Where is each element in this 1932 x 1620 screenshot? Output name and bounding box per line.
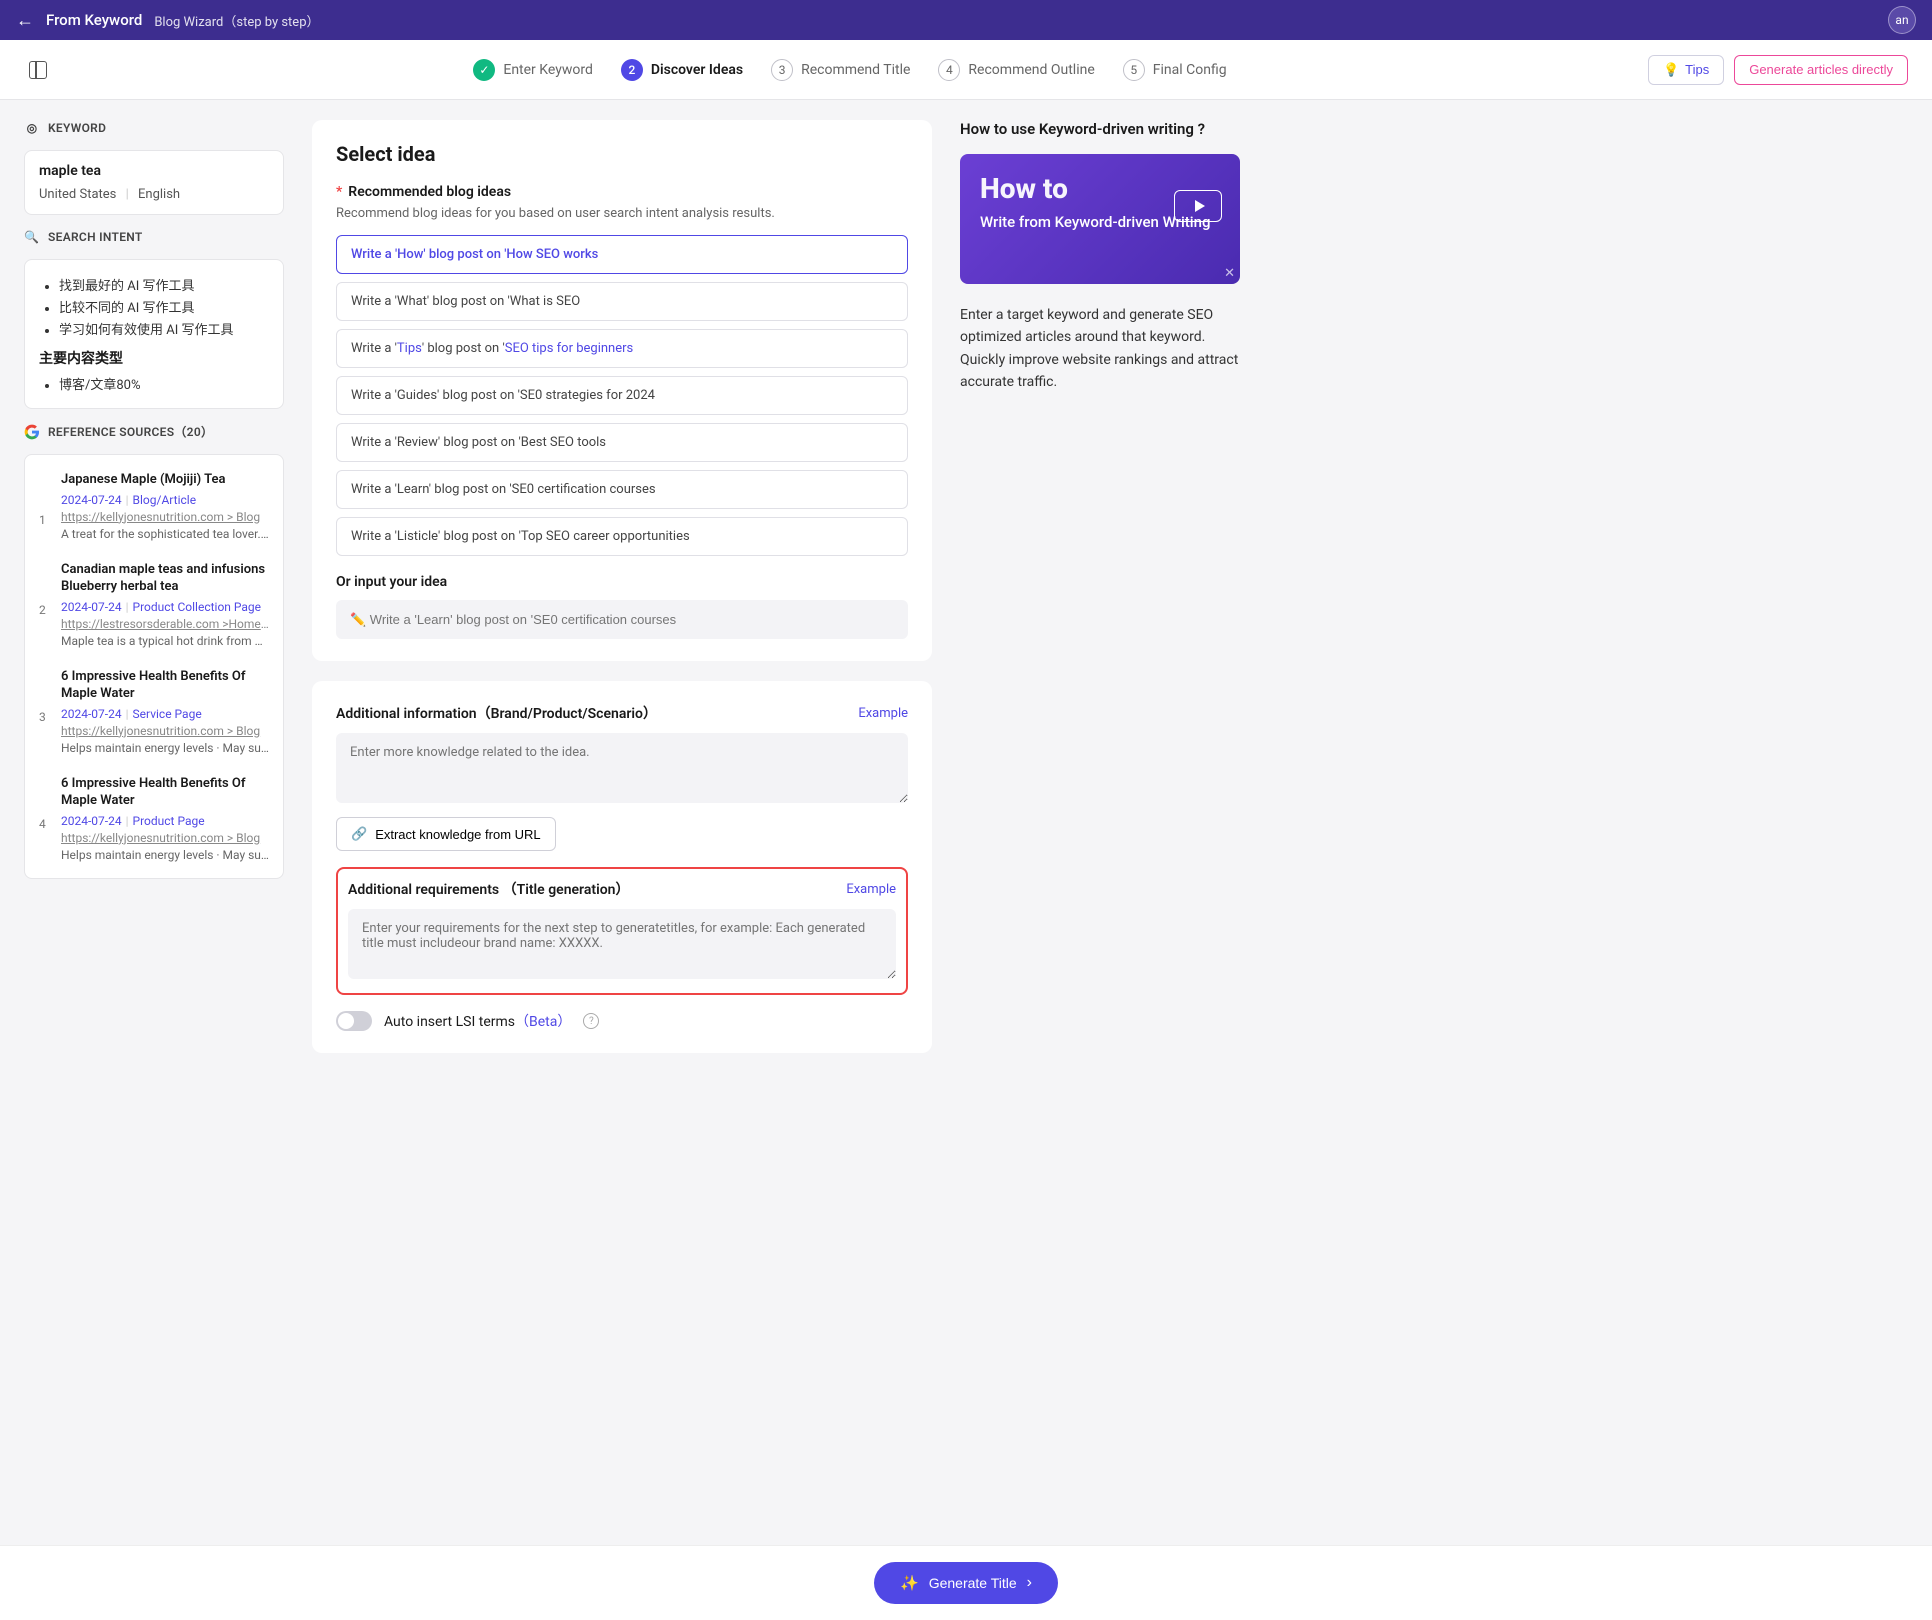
step-final-config[interactable]: 5 Final Config: [1123, 59, 1227, 81]
keyword-value: maple tea: [39, 163, 269, 179]
link-icon: 🔗: [351, 826, 367, 842]
page-subtitle: Blog Wizard（step by step）: [154, 11, 319, 30]
google-icon: [24, 424, 40, 440]
example-link-info[interactable]: Example: [858, 706, 908, 721]
lsi-toggle[interactable]: [336, 1011, 372, 1031]
idea-option[interactable]: Write a 'Learn' blog post on 'SE0 certif…: [336, 470, 908, 509]
close-icon[interactable]: ✕: [1224, 266, 1235, 281]
bulb-icon: 💡: [1663, 62, 1679, 78]
back-arrow-icon[interactable]: ←: [16, 10, 34, 31]
intent-card: 找到最好的 AI 写作工具 比较不同的 AI 写作工具 学习如何有效使用 AI …: [24, 259, 284, 409]
footer-bar: ✨ Generate Title ›: [0, 1545, 1932, 1620]
lsi-label: Auto insert LSI terms（Beta）: [384, 1011, 571, 1031]
play-button[interactable]: [1174, 190, 1222, 222]
generate-title-button[interactable]: ✨ Generate Title ›: [874, 1562, 1058, 1604]
idea-option[interactable]: Write a 'Guides' blog post on 'SE0 strat…: [336, 376, 908, 415]
reference-item[interactable]: 3 6 Impressive Health Benefits Of Maple …: [39, 658, 269, 765]
reference-item[interactable]: 2 Canadian maple teas and infusions Blue…: [39, 551, 269, 658]
right-title: How to use Keyword-driven writing ?: [960, 120, 1240, 138]
reference-item[interactable]: 1 Japanese Maple (Mojiji) Tea 2024-07-24…: [39, 461, 269, 551]
required-star-icon: *: [336, 184, 342, 200]
references-card: 1 Japanese Maple (Mojiji) Tea 2024-07-24…: [24, 454, 284, 879]
play-icon: [1195, 200, 1205, 212]
intent-content-value: 博客/文章80%: [59, 374, 269, 393]
target-icon: ◎: [24, 120, 40, 136]
generate-directly-button[interactable]: Generate articles directly: [1734, 55, 1908, 85]
intent-item: 学习如何有效使用 AI 写作工具: [59, 319, 269, 338]
center-column: Select idea *Recommended blog ideas Reco…: [312, 120, 932, 1053]
steps: ✓ Enter Keyword 2 Discover Ideas 3 Recom…: [473, 59, 1226, 81]
intent-item: 比较不同的 AI 写作工具: [59, 297, 269, 316]
tips-button[interactable]: 💡 Tips: [1648, 55, 1724, 85]
avatar[interactable]: an: [1888, 6, 1916, 34]
top-header: ← From Keyword Blog Wizard（step by step）…: [0, 0, 1932, 40]
step-recommend-outline[interactable]: 4 Recommend Outline: [938, 59, 1094, 81]
idea-option[interactable]: Write a 'What' blog post on 'What is SEO: [336, 282, 908, 321]
left-sidebar: ◎ KEYWORD maple tea United States | Engl…: [24, 120, 284, 1053]
sparkle-icon: ✨: [900, 1574, 919, 1592]
page-title: From Keyword: [46, 11, 142, 29]
idea-option[interactable]: Write a 'Review' blog post on 'Best SEO …: [336, 423, 908, 462]
extract-url-button[interactable]: 🔗 Extract knowledge from URL: [336, 817, 556, 851]
additional-info-textarea[interactable]: [336, 733, 908, 803]
references-section-header: REFERENCE SOURCES（20）: [24, 423, 284, 440]
sidebar-toggle-icon[interactable]: [24, 56, 52, 84]
video-card[interactable]: How to Write from Keyword-driven Writing…: [960, 154, 1240, 284]
select-idea-card: Select idea *Recommended blog ideas Reco…: [312, 120, 932, 661]
right-column: How to use Keyword-driven writing ? How …: [960, 120, 1240, 1053]
step-discover-ideas[interactable]: 2 Discover Ideas: [621, 59, 743, 81]
right-desc: Enter a target keyword and generate SEO …: [960, 304, 1240, 394]
keyword-card: maple tea United States | English: [24, 150, 284, 215]
chevron-right-icon: ›: [1027, 1574, 1032, 1592]
idea-option[interactable]: Write a 'Listicle' blog post on 'Top SEO…: [336, 517, 908, 556]
example-link-req[interactable]: Example: [846, 882, 896, 897]
additional-info-label: Additional information（Brand/Product/Sce…: [336, 703, 657, 723]
or-input-label: Or input your idea: [336, 574, 908, 590]
select-idea-title: Select idea: [336, 142, 908, 166]
check-icon: ✓: [473, 59, 495, 81]
rec-desc: Recommend blog ideas for you based on us…: [336, 206, 908, 221]
intent-item: 找到最好的 AI 写作工具: [59, 275, 269, 294]
keyword-section-header: ◎ KEYWORD: [24, 120, 284, 136]
help-icon[interactable]: ?: [583, 1013, 599, 1029]
additional-req-label: Additional requirements （Title generatio…: [348, 879, 629, 899]
step-enter-keyword[interactable]: ✓ Enter Keyword: [473, 59, 593, 81]
stepper-bar: ✓ Enter Keyword 2 Discover Ideas 3 Recom…: [0, 40, 1932, 100]
additional-card: Additional information（Brand/Product/Sce…: [312, 681, 932, 1053]
reference-item[interactable]: 4 6 Impressive Health Benefits Of Maple …: [39, 765, 269, 872]
search-icon: 🔍: [24, 229, 40, 245]
intent-section-header: 🔍 SEARCH INTENT: [24, 229, 284, 245]
idea-option[interactable]: Write a 'Tips' blog post on 'SEO tips fo…: [336, 329, 908, 368]
custom-idea-input[interactable]: [336, 600, 908, 639]
keyword-country: United States: [39, 187, 116, 202]
keyword-language: English: [138, 187, 180, 202]
additional-req-textarea[interactable]: [348, 909, 896, 979]
intent-content-heading: 主要内容类型: [39, 348, 269, 368]
idea-option[interactable]: Write a 'How' blog post on 'How SEO work…: [336, 235, 908, 274]
step-recommend-title[interactable]: 3 Recommend Title: [771, 59, 910, 81]
additional-requirements-highlight: Additional requirements （Title generatio…: [336, 867, 908, 995]
